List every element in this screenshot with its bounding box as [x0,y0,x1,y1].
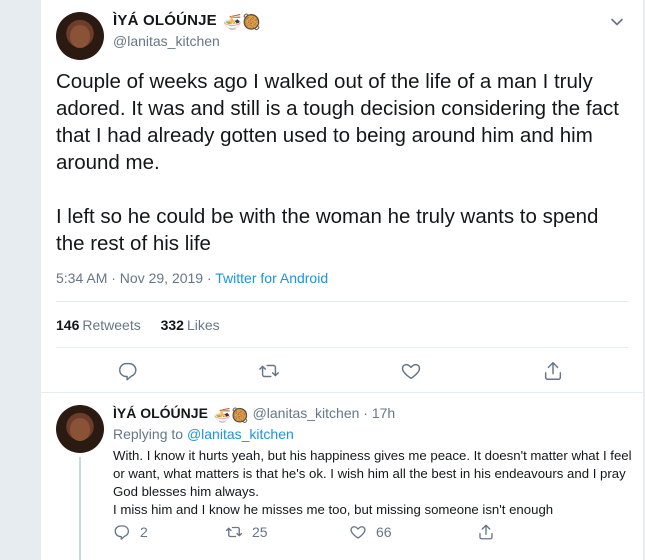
retweet-icon [225,526,243,538]
likes-count: 332 [160,317,184,333]
retweets-label: Retweets [82,317,141,333]
reply-paragraph: I miss him and I know he misses me too, … [113,502,554,517]
divider [56,347,628,348]
reply-reply-button[interactable]: 2 [113,523,148,541]
retweets-stat[interactable]: 146 Retweets [56,317,141,333]
replying-to-label: Replying to [113,426,184,442]
reply-retweet-button[interactable]: 25 [225,523,268,541]
avatar[interactable] [56,12,104,60]
replying-to-link[interactable]: @lanitas_kitchen [187,426,294,442]
chevron-down-icon[interactable] [607,12,627,32]
avatar[interactable] [56,405,104,453]
reply-actions: 2 25 66 [113,523,613,545]
retweet-count: 25 [252,524,268,540]
reply-share-button[interactable] [477,523,504,541]
share-icon[interactable] [542,360,564,382]
reply-icon [114,525,130,540]
reply-icon[interactable] [117,360,139,382]
divider [56,301,628,302]
likes-label: Likes [186,317,220,333]
like-count: 66 [376,524,392,540]
thread-line [79,457,81,560]
author-emoji: 🍜🥘 [223,14,262,31]
tweet-stats: 146 Retweets 332 Likes [56,317,236,333]
reply-paragraph: With. I know it hurts yeah, but his happ… [113,448,632,499]
reply-header: ÌYÁ OLÓÚNJE 🍜🥘 @lanitas_kitchen · 17h [113,405,395,424]
likes-stat[interactable]: 332 Likes [161,317,220,333]
tweet-text: Couple of weeks ago I walked out of the … [56,68,631,257]
reply-like-button[interactable]: 66 [349,523,392,541]
share-icon [479,524,493,540]
tweet-timestamp[interactable]: 5:34 AM · Nov 29, 2019 · [56,270,212,286]
reply-timestamp[interactable]: 17h [372,405,395,421]
like-icon [350,526,366,539]
tweet-paragraph: Couple of weeks ago I walked out of the … [56,70,619,174]
reply-author-emoji: 🍜🥘 [213,407,249,423]
author-handle[interactable]: @lanitas_kitchen [113,33,220,49]
reply-author-handle[interactable]: @lanitas_kitchen [253,405,360,421]
reply-text: With. I know it hurts yeah, but his happ… [113,447,633,519]
retweets-count: 146 [56,317,80,333]
tweet-source-link[interactable]: Twitter for Android [215,270,328,286]
reply-author-name[interactable]: ÌYÁ OLÓÚNJE [113,405,208,421]
tweet-meta: 5:34 AM · Nov 29, 2019 · Twitter for And… [56,270,328,286]
author-name-text[interactable]: ÌYÁ OLÓÚNJE [113,12,217,29]
like-icon[interactable] [400,360,422,382]
separator-dot: · [363,405,368,421]
tweet-card: ÌYÁ OLÓÚNJE 🍜🥘 @lanitas_kitchen Couple o… [40,0,644,560]
reply-count: 2 [140,524,148,540]
replying-to: Replying to @lanitas_kitchen [113,426,294,442]
tweet-paragraph: I left so he could be with the woman he … [56,205,599,255]
author-name[interactable]: ÌYÁ OLÓÚNJE 🍜🥘 [113,12,261,31]
retweet-icon[interactable] [258,360,280,382]
reply-tweet[interactable]: ÌYÁ OLÓÚNJE 🍜🥘 @lanitas_kitchen · 17h Re… [41,393,643,560]
